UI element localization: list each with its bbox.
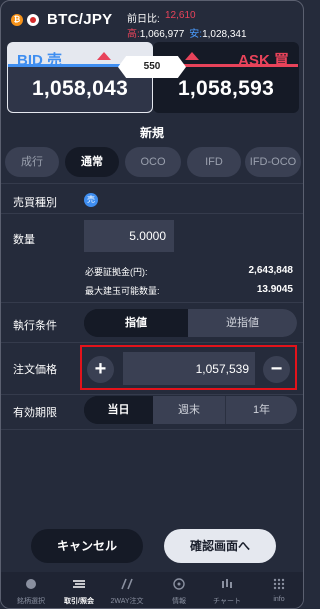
divider: [1, 342, 303, 343]
max-qty-label: 最大建玉可能数量:: [85, 286, 160, 296]
order-price-label: 注文価格: [13, 364, 57, 376]
bid-price: 1,058,043: [31, 77, 129, 100]
expiry-label: 有効期限: [13, 407, 57, 419]
order-screen: ₿ BTC/JPY 前日比: 12,610 高:1,066,977 安:1,028…: [0, 0, 304, 609]
candlestick-icon: [222, 579, 232, 588]
tab-ifd-oco[interactable]: IFD-OCO: [245, 147, 301, 177]
change-label: 前日比:: [127, 14, 160, 25]
nav-2way-order[interactable]: 2WAY注文: [97, 572, 157, 608]
divider: [1, 429, 303, 430]
margin-label: 必要証拠金(円):: [85, 267, 148, 277]
side-label: 売買種別: [13, 197, 57, 209]
jpy-flag-icon: [27, 14, 39, 26]
divider: [1, 183, 303, 184]
change-value: 12,610: [165, 10, 196, 21]
bid-up-arrow-icon: [97, 52, 111, 60]
section-title: 新規: [139, 126, 164, 140]
max-qty-value: 13.9045: [256, 284, 293, 295]
order-price-control: + −: [80, 345, 297, 390]
limit-option[interactable]: 指値: [84, 309, 188, 337]
exec-condition-label: 執行条件: [13, 320, 57, 332]
btc-coin-icon: ₿: [11, 14, 23, 26]
ask-price: 1,058,593: [177, 77, 275, 100]
expiry-1year-option[interactable]: 1年: [226, 396, 297, 424]
pair-title: BTC/JPY: [47, 11, 113, 28]
margin-value: 2,643,848: [248, 265, 294, 276]
expiry-toggle: 当日 週末 1年: [84, 396, 297, 424]
divider: [1, 302, 303, 303]
pair-header: ₿ BTC/JPY 前日比: 12,610 高:1,066,977 安:1,028…: [1, 1, 303, 41]
cancel-button[interactable]: キャンセル: [31, 529, 143, 563]
divider: [1, 394, 303, 395]
minus-icon[interactable]: −: [263, 356, 290, 383]
expiry-weekend-option[interactable]: 週末: [153, 396, 225, 424]
nav-chart[interactable]: チャート: [197, 572, 257, 608]
info-circle-icon: [173, 578, 185, 590]
quantity-input[interactable]: [84, 220, 174, 252]
tab-oco[interactable]: OCO: [125, 147, 181, 177]
divider: [1, 213, 303, 214]
nav-more[interactable]: info: [249, 572, 303, 608]
tab-normal[interactable]: 通常: [65, 147, 119, 177]
high-value: 1,066,977: [139, 29, 185, 40]
nav-label: 2WAY注文: [110, 598, 144, 605]
tab-ifd[interactable]: IFD: [187, 147, 241, 177]
nav-label: チャート: [213, 598, 241, 605]
trade-icon: [73, 580, 85, 588]
quantity-label: 数量: [13, 234, 35, 246]
ask-up-arrow-icon: [185, 52, 199, 60]
expiry-today-option[interactable]: 当日: [84, 396, 153, 424]
order-price-input[interactable]: [123, 352, 255, 385]
low-label: 安:: [189, 29, 203, 40]
plus-icon[interactable]: +: [87, 356, 114, 383]
high-low-row: 高:1,066,977 安:1,028,341: [127, 25, 247, 40]
spread-badge: 550: [118, 56, 186, 78]
order-type-tabs: 成行 通常 OCO IFD IFD-OCO: [5, 147, 303, 177]
stop-option[interactable]: 逆指値: [188, 309, 297, 337]
nav-label: info: [273, 596, 285, 603]
sell-badge: 売: [84, 193, 98, 207]
bottom-nav: 銘柄選択 取引/照会 2WAY注文 情報 チャート info: [1, 572, 303, 608]
low-value: 1,028,341: [202, 29, 247, 40]
high-label: 高:: [127, 29, 140, 40]
2way-icon: [121, 578, 133, 590]
exec-condition-toggle: 指値 逆指値: [84, 309, 297, 337]
tab-market[interactable]: 成行: [5, 147, 59, 177]
confirm-button[interactable]: 確認画面へ: [164, 529, 276, 563]
coin-icon: [26, 579, 36, 589]
grid-icon: [273, 578, 285, 590]
